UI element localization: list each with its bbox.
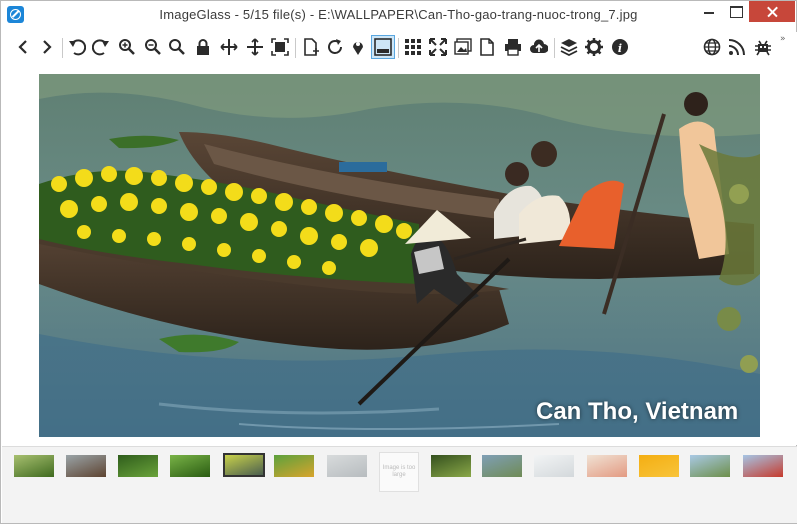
image-caption: Can Tho, Vietnam [536, 398, 739, 425]
thumb-bird[interactable] [274, 455, 314, 477]
thumb-heart[interactable] [743, 455, 783, 477]
thumb-mountain[interactable] [482, 455, 522, 477]
rss-icon[interactable] [726, 35, 748, 59]
extension-icon[interactable] [558, 35, 580, 59]
thumb-leaves[interactable] [118, 455, 158, 477]
checkerboard-icon[interactable] [402, 35, 424, 59]
toolbar-overflow-button[interactable]: » [780, 34, 786, 44]
thumb-placeholder-label: Image is too large [382, 465, 416, 478]
maximize-button[interactable] [722, 1, 750, 22]
thumb-wood[interactable] [66, 455, 106, 477]
thumbnail-bar-icon[interactable] [371, 35, 395, 59]
website-icon[interactable] [701, 35, 723, 59]
back-icon[interactable] [13, 35, 35, 59]
about-icon[interactable]: i [609, 35, 631, 59]
zoom-actual-icon[interactable] [166, 35, 188, 59]
imageglass-window: ImageGlass - 5/15 file(s) - E:\WALLPAPER… [0, 0, 797, 524]
rotate-right-icon[interactable] [90, 35, 112, 59]
window-title: ImageGlass - 5/15 file(s) - E:\WALLPAPER… [159, 7, 638, 22]
lock-zoom-icon[interactable] [192, 35, 214, 59]
main-toolbar: i » [2, 32, 797, 64]
thumb-boat[interactable] [223, 453, 265, 477]
minimize-button[interactable] [695, 1, 723, 22]
goto-location-icon[interactable] [347, 35, 369, 59]
zoom-out-icon[interactable] [142, 35, 164, 59]
thumb-lighthouse[interactable] [534, 455, 574, 477]
report-bug-icon[interactable] [752, 35, 774, 59]
svg-text:i: i [618, 42, 622, 55]
thumb-sunset[interactable] [639, 455, 679, 477]
thumb-grass[interactable] [170, 455, 210, 477]
rotate-left-icon[interactable] [66, 35, 88, 59]
open-file-icon[interactable] [299, 35, 321, 59]
title-bar[interactable]: ImageGlass - 5/15 file(s) - E:\WALLPAPER… [1, 1, 796, 29]
zoom-in-icon[interactable] [116, 35, 138, 59]
fit-window-icon[interactable] [269, 35, 291, 59]
upload-icon[interactable] [528, 35, 550, 59]
fit-height-icon[interactable] [244, 35, 266, 59]
image-viewer[interactable]: Can Tho, Vietnam [2, 64, 797, 445]
slideshow-icon[interactable] [452, 35, 474, 59]
thumb-jungle[interactable] [431, 455, 471, 477]
river-boat-photo [39, 74, 760, 437]
main-image[interactable]: Can Tho, Vietnam [39, 74, 760, 437]
thumb-mist[interactable] [327, 455, 367, 477]
convert-icon[interactable] [476, 35, 498, 59]
thumb-placeholder[interactable]: Image is too large [379, 452, 419, 492]
thumb-forest[interactable] [14, 455, 54, 477]
print-icon[interactable] [502, 35, 524, 59]
fullscreen-icon[interactable] [427, 35, 449, 59]
thumbnail-bar[interactable]: Image is too large [2, 446, 797, 523]
thumb-field[interactable] [690, 455, 730, 477]
thumb-deer[interactable] [587, 455, 627, 477]
refresh-icon[interactable] [324, 35, 346, 59]
fit-width-icon[interactable] [218, 35, 240, 59]
forward-icon[interactable] [35, 35, 57, 59]
settings-icon[interactable] [583, 35, 605, 59]
close-button[interactable] [749, 1, 795, 22]
